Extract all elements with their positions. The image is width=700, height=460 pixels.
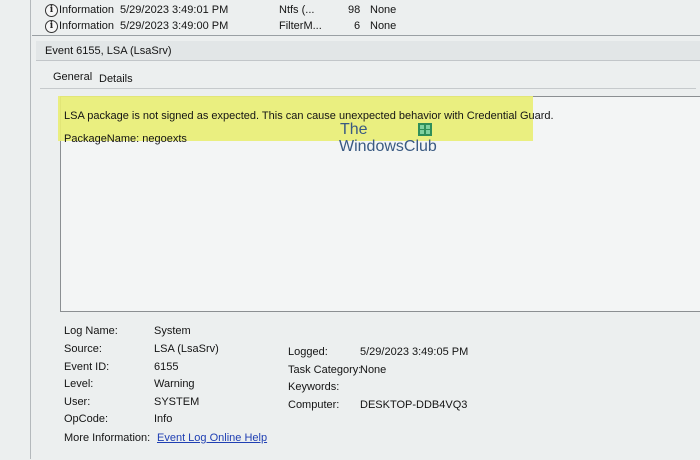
more-information-label: More Information: xyxy=(64,432,151,444)
event-datetime: 5/29/2023 3:49:01 PM xyxy=(120,4,229,16)
event-id: 6 xyxy=(354,20,361,32)
event-id: 98 xyxy=(348,4,361,16)
information-icon: i xyxy=(45,20,58,33)
tab-details[interactable]: Details xyxy=(99,73,133,85)
event-level: Information xyxy=(59,20,115,32)
event-id-label: Event ID: xyxy=(64,361,110,373)
logged-value: 5/29/2023 3:49:05 PM xyxy=(360,346,469,358)
event-message: LSA package is not signed as expected. T… xyxy=(64,110,554,122)
event-log-online-help-link[interactable]: Event Log Online Help xyxy=(157,432,267,444)
event-source: Ntfs (... xyxy=(279,4,315,16)
windowsclub-logo-icon xyxy=(418,123,432,136)
user-label: User: xyxy=(64,396,91,408)
task-category-label: Task Category: xyxy=(288,364,362,376)
event-task-category: None xyxy=(370,20,397,32)
event-row[interactable]: i Information 5/29/2023 3:49:00 PM Filte… xyxy=(0,18,700,34)
keywords-label: Keywords: xyxy=(288,381,340,393)
level-label: Level: xyxy=(64,378,94,390)
watermark-windowsclub: WindowsClub xyxy=(339,138,437,155)
opcode-label: OpCode: xyxy=(64,413,109,425)
event-list-border xyxy=(32,35,700,36)
user-value: SYSTEM xyxy=(154,396,200,408)
level-value: Warning xyxy=(154,378,195,390)
task-category-value: None xyxy=(360,364,387,376)
information-icon: i xyxy=(45,4,58,17)
event-row[interactable]: i Information 5/29/2023 3:49:01 PM Ntfs … xyxy=(0,2,700,18)
source-label: Source: xyxy=(64,343,102,355)
opcode-value: Info xyxy=(154,413,173,425)
event-header-title: Event 6155, LSA (LsaSrv) xyxy=(45,45,172,57)
event-id-value: 6155 xyxy=(154,361,179,373)
tab-general[interactable]: General xyxy=(53,71,92,83)
watermark-the: The xyxy=(340,121,368,138)
log-name-label: Log Name: xyxy=(64,325,118,337)
source-value: LSA (LsaSrv) xyxy=(154,343,219,355)
computer-value: DESKTOP-DDB4VQ3 xyxy=(360,399,468,411)
logged-label: Logged: xyxy=(288,346,328,358)
event-datetime: 5/29/2023 3:49:00 PM xyxy=(120,20,229,32)
window-left-edge xyxy=(30,0,31,459)
event-source: FilterM... xyxy=(279,20,322,32)
computer-label: Computer: xyxy=(288,399,340,411)
event-task-category: None xyxy=(370,4,397,16)
package-name: PackageName: negoexts xyxy=(64,133,187,145)
event-level: Information xyxy=(59,4,115,16)
log-name-value: System xyxy=(154,325,191,337)
